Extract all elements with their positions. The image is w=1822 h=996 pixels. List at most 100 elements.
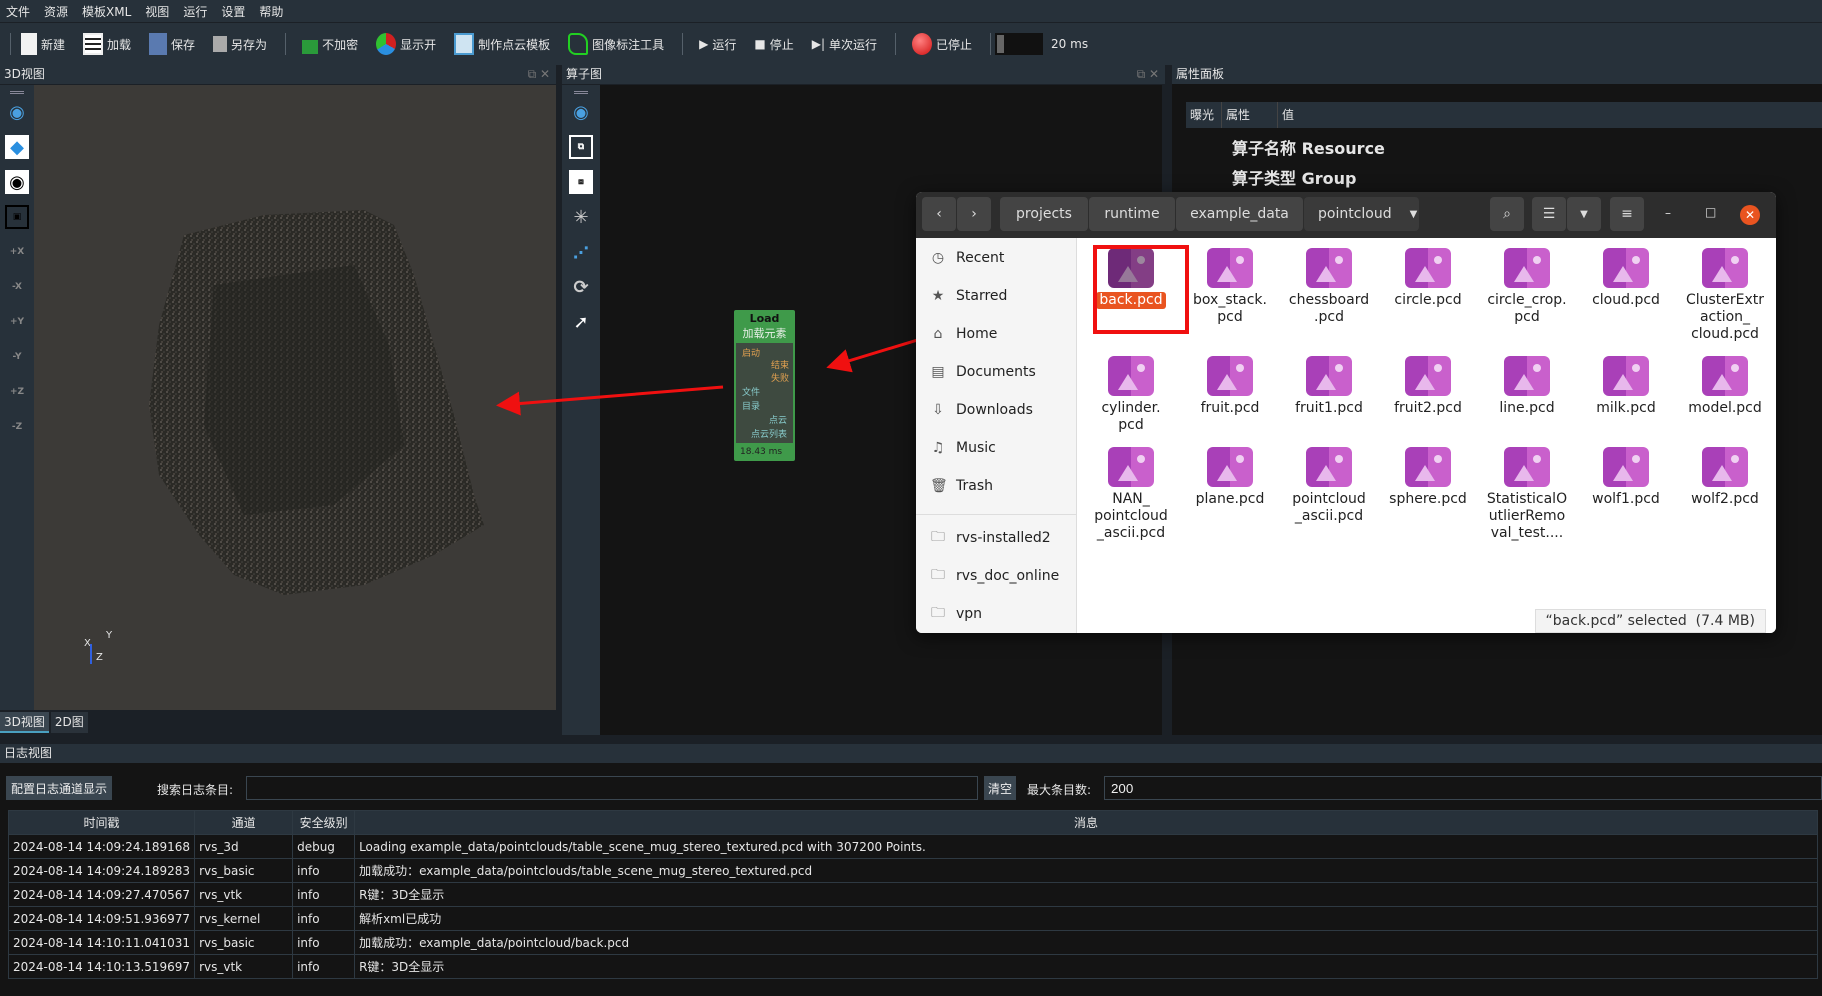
- log-row[interactable]: 2024-08-14 14:09:51.936977 rvs_kernel info…: [7, 906, 1818, 931]
- float-close-icon[interactable]: ⧉ ✕: [1137, 65, 1159, 84]
- no-encrypt-button[interactable]: 不加密: [302, 34, 358, 54]
- menu-run[interactable]: 运行: [183, 3, 207, 20]
- file-item[interactable]: fruit.pcd: [1182, 356, 1278, 417]
- load-button[interactable]: 加载: [83, 33, 131, 55]
- config-channels-button[interactable]: 配置日志通道显示: [6, 776, 113, 800]
- eye-icon[interactable]: ◉: [569, 100, 593, 124]
- path-runtime[interactable]: runtime: [1089, 197, 1175, 231]
- back-button[interactable]: ‹: [922, 197, 956, 231]
- save-button[interactable]: 保存: [149, 33, 195, 55]
- screenshot-icon[interactable]: ▣: [5, 205, 29, 229]
- file-item[interactable]: circle_crop. pcd: [1479, 248, 1575, 326]
- menu-resource[interactable]: 资源: [44, 3, 68, 20]
- show-open-button[interactable]: 显示开: [376, 33, 436, 55]
- place-starred[interactable]: ★ Starred: [930, 288, 1008, 304]
- collapse-icon[interactable]: ✳: [569, 205, 593, 229]
- port-end[interactable]: 结束: [771, 358, 789, 371]
- log-row[interactable]: 2024-08-14 14:09:27.470567 rvs_vtk info R键：…: [7, 882, 1818, 907]
- new-button[interactable]: 新建: [21, 33, 65, 55]
- file-item[interactable]: line.pcd: [1479, 356, 1575, 417]
- eye-icon[interactable]: ◉: [5, 100, 29, 124]
- view-plus-y-icon[interactable]: +Y: [5, 310, 29, 334]
- path-pointcloud[interactable]: pointcloud ▼: [1304, 197, 1419, 231]
- file-item[interactable]: fruit2.pcd: [1380, 356, 1476, 417]
- log-row[interactable]: 2024-08-14 14:09:24.189283 rvs_basic info 加…: [7, 858, 1818, 883]
- grip-handle[interactable]: [10, 91, 24, 94]
- bookmark-vpn[interactable]: 🗀 vpn: [930, 602, 982, 626]
- stop-button[interactable]: ■ 停止: [754, 36, 793, 53]
- search-input[interactable]: [246, 776, 978, 800]
- log-row[interactable]: 2024-08-14 14:09:24.189168 rvs_3d debug Lo…: [7, 834, 1818, 859]
- tab-3d-view[interactable]: 3D视图: [0, 712, 49, 733]
- view-minus-z-icon[interactable]: -Z: [5, 415, 29, 439]
- view-plus-x-icon[interactable]: +X: [5, 240, 29, 264]
- property-row[interactable]: 算子类型 Group: [1232, 165, 1356, 189]
- port-fail[interactable]: 失败: [771, 371, 789, 384]
- search-icon[interactable]: ⌕: [1490, 197, 1524, 231]
- file-item[interactable]: ClusterExtr action_ cloud.pcd: [1677, 248, 1773, 343]
- menu-template-xml[interactable]: 模板XML: [82, 3, 131, 20]
- target-icon[interactable]: ◉: [5, 170, 29, 194]
- maximize-icon[interactable]: □: [1705, 205, 1716, 219]
- file-item[interactable]: chessboard .pcd: [1281, 248, 1377, 326]
- place-home[interactable]: ⌂ Home: [930, 326, 998, 342]
- col-timestamp[interactable]: 时间戳: [7, 810, 196, 835]
- annotate-button[interactable]: 图像标注工具: [568, 33, 664, 55]
- menu-settings[interactable]: 设置: [221, 3, 245, 20]
- file-item[interactable]: plane.pcd: [1182, 447, 1278, 508]
- col-message[interactable]: 消息: [354, 810, 1818, 835]
- menu-file[interactable]: 文件: [6, 3, 30, 20]
- file-item[interactable]: sphere.pcd: [1380, 447, 1476, 508]
- port-pointcloud-list[interactable]: 点云列表: [751, 427, 787, 440]
- col-level[interactable]: 安全级别: [292, 810, 356, 835]
- status-indicator[interactable]: 已停止: [912, 33, 972, 55]
- 3d-canvas[interactable]: X Y Z: [34, 85, 556, 710]
- log-row[interactable]: 2024-08-14 14:10:11.041031 rvs_basic info 加…: [7, 930, 1818, 955]
- file-item[interactable]: model.pcd: [1677, 356, 1773, 417]
- place-trash[interactable]: 🗑 Trash: [930, 478, 993, 494]
- place-recent[interactable]: ◷ Recent: [930, 250, 1005, 266]
- path-projects[interactable]: projects: [1000, 197, 1088, 231]
- port-start[interactable]: 启动: [742, 346, 760, 359]
- float-close-icon[interactable]: ⧉ ✕: [528, 65, 550, 84]
- file-item[interactable]: box_stack. pcd: [1182, 248, 1278, 326]
- menu-view[interactable]: 视图: [145, 3, 169, 20]
- run-button[interactable]: ▶ 运行: [699, 36, 736, 53]
- refresh-icon[interactable]: ⟳: [569, 275, 593, 299]
- cube-icon[interactable]: ◆: [5, 135, 29, 159]
- load-node[interactable]: Load 加载元素 启动 结束 失败 文件 目录 点云 点云列表 18.43 m…: [734, 310, 795, 461]
- port-file[interactable]: 文件: [742, 385, 760, 398]
- property-row[interactable]: 算子名称 Resource: [1232, 135, 1385, 159]
- file-item[interactable]: NAN_ pointcloud _ascii.pcd: [1083, 447, 1179, 542]
- grip-handle[interactable]: [574, 91, 588, 94]
- menu-icon[interactable]: ≡: [1610, 197, 1644, 231]
- layout-icon[interactable]: ⧈: [569, 170, 593, 194]
- view-options-icon[interactable]: ▼: [1567, 197, 1601, 231]
- interval-slider[interactable]: [995, 33, 1044, 55]
- view-plus-z-icon[interactable]: +Z: [5, 380, 29, 404]
- single-run-button[interactable]: ▶| 单次运行: [812, 36, 877, 53]
- col-channel[interactable]: 通道: [194, 810, 294, 835]
- log-row[interactable]: 2024-08-14 14:10:13.519697 rvs_vtk info R键：…: [7, 954, 1818, 979]
- file-item[interactable]: wolf1.pcd: [1578, 447, 1674, 508]
- path-example-data[interactable]: example_data: [1176, 197, 1303, 231]
- file-item[interactable]: wolf2.pcd: [1677, 447, 1773, 508]
- close-icon[interactable]: ✕: [1740, 205, 1760, 225]
- max-entries-input[interactable]: [1104, 776, 1822, 800]
- file-item[interactable]: cloud.pcd: [1578, 248, 1674, 309]
- clear-button[interactable]: 清空: [984, 776, 1017, 800]
- make-template-button[interactable]: 制作点云模板: [454, 33, 550, 55]
- file-item[interactable]: circle.pcd: [1380, 248, 1476, 309]
- menu-help[interactable]: 帮助: [259, 3, 283, 20]
- port-pointcloud[interactable]: 点云: [769, 413, 787, 426]
- save-as-button[interactable]: 另存为: [213, 36, 267, 53]
- view-minus-y-icon[interactable]: -Y: [5, 345, 29, 369]
- bookmark-rvs-installed2[interactable]: 🗀 rvs-installed2: [930, 526, 1051, 550]
- minimize-icon[interactable]: –: [1665, 206, 1671, 220]
- file-item[interactable]: StatisticalO utlierRemo val_test....: [1479, 447, 1575, 542]
- list-view-icon[interactable]: ☰: [1532, 197, 1566, 231]
- bookmark-rvs-doc-online[interactable]: 🗀 rvs_doc_online: [930, 564, 1059, 588]
- port-dir[interactable]: 目录: [742, 399, 760, 412]
- connect-icon[interactable]: ⋰: [569, 240, 593, 264]
- file-item[interactable]: pointcloud _ascii.pcd: [1281, 447, 1377, 525]
